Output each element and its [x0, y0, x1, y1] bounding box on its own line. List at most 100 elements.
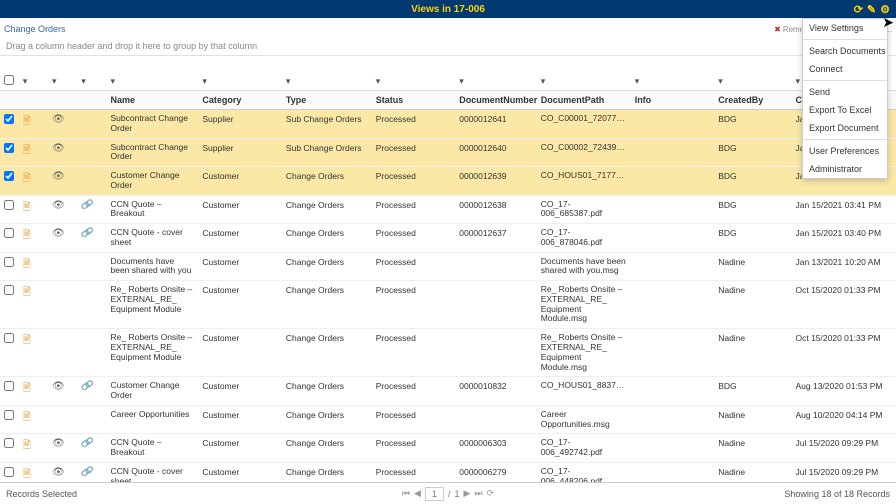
cell-checkbox — [0, 329, 19, 377]
filter-icon[interactable]: ▾ — [52, 76, 57, 86]
cell-document-number: 0000010832 — [455, 377, 536, 406]
attachment-icon[interactable]: 🔗 — [80, 466, 94, 479]
filter-icon[interactable]: ▾ — [541, 76, 546, 86]
row-checkbox[interactable] — [4, 200, 14, 210]
menu-item[interactable]: Send — [803, 83, 887, 101]
cell-document-number: 0000006303 — [455, 434, 536, 463]
column-header[interactable]: Category — [198, 91, 282, 110]
group-by-hint[interactable]: Drag a column header and drop it here to… — [0, 37, 896, 56]
table-row[interactable]: 🗎👁🔗CCN Quote – BreakoutCustomerChange Or… — [0, 195, 896, 224]
row-checkbox[interactable] — [4, 438, 14, 448]
table-row[interactable]: 🗎👁🔗CCN Quote - cover sheetCustomerChange… — [0, 224, 896, 253]
eye-icon[interactable]: 👁 — [52, 114, 65, 125]
filter-icon[interactable]: ▾ — [795, 76, 800, 86]
column-header[interactable]: DocumentNumber — [455, 91, 536, 110]
table-row[interactable]: 🗎👁Subcontract Change OrderSupplierSub Ch… — [0, 138, 896, 167]
table-row[interactable]: 🗎👁🔗CCN Quote – BreakoutCustomerChange Or… — [0, 434, 896, 463]
filter-icon[interactable]: ▾ — [635, 76, 640, 86]
row-checkbox[interactable] — [4, 143, 14, 153]
cell-checkbox — [0, 138, 19, 167]
table-row[interactable]: 🗎Re_ Roberts Onsite – EXTERNAL_RE_ Equip… — [0, 329, 896, 377]
first-page-icon[interactable]: ⏮ — [402, 488, 410, 499]
menu-item[interactable]: Search Documents — [803, 42, 887, 60]
records-selected-label: Records Selected — [6, 489, 77, 499]
cell-category: Customer — [198, 329, 282, 377]
select-all-checkbox[interactable] — [4, 75, 14, 85]
filter-icon[interactable]: ▾ — [718, 76, 723, 86]
edit-icon[interactable]: ✎ — [867, 3, 876, 16]
document-icon: 🗎 — [23, 202, 31, 213]
settings-dropdown[interactable]: View Settings Search DocumentsConnect Send… — [802, 18, 888, 179]
table-row[interactable]: 🗎👁🔗CCN Quote - cover sheetCustomerChange… — [0, 462, 896, 482]
cell-name: CCN Quote – Breakout — [107, 195, 199, 224]
cell-created-date: Jan 13/2021 10:20 AM — [791, 252, 896, 281]
menu-item[interactable]: Administrator — [803, 160, 887, 178]
column-header[interactable] — [77, 91, 106, 110]
menu-item[interactable]: Export Document — [803, 119, 887, 137]
cell-document-path: CO_17-006_448206.pdf — [537, 462, 631, 482]
cell-document-path: CO_C00002_724393.pdf — [537, 138, 631, 167]
filter-icon[interactable]: ▾ — [459, 76, 464, 86]
row-checkbox[interactable] — [4, 114, 14, 124]
row-checkbox[interactable] — [4, 381, 14, 391]
row-checkbox[interactable] — [4, 285, 14, 295]
refresh-pager-icon[interactable]: ⟳ — [487, 488, 495, 499]
next-page-icon[interactable]: ▶ — [464, 488, 471, 499]
column-header[interactable]: Name — [107, 91, 199, 110]
cell-name: CCN Quote - cover sheet — [107, 224, 199, 253]
eye-icon[interactable]: 👁 — [52, 438, 65, 449]
row-checkbox[interactable] — [4, 410, 14, 420]
column-header[interactable] — [19, 91, 48, 110]
prev-page-icon[interactable]: ◀ — [414, 488, 421, 499]
cell-document-number — [455, 329, 536, 377]
eye-icon[interactable]: 👁 — [52, 171, 65, 182]
table-row[interactable]: 🗎👁Customer Change OrderCustomerChange Or… — [0, 167, 896, 196]
eye-icon[interactable]: 👁 — [52, 381, 65, 392]
eye-icon[interactable]: 👁 — [52, 228, 65, 239]
table-row[interactable]: 🗎Documents have been shared with youCust… — [0, 252, 896, 281]
eye-icon[interactable]: 👁 — [52, 200, 65, 211]
table-row[interactable]: 🗎Re_ Roberts Onsite – EXTERNAL_RE_ Equip… — [0, 281, 896, 329]
filter-icon[interactable]: ▾ — [111, 76, 116, 86]
cell-created-date: Jan 15/2021 03:41 PM — [791, 195, 896, 224]
breadcrumb[interactable]: Change Orders — [4, 24, 66, 34]
eye-icon[interactable]: 👁 — [52, 467, 65, 478]
cell-attach-icon: 🔗 — [77, 377, 106, 406]
filter-icon[interactable]: ▾ — [202, 76, 207, 86]
column-header[interactable]: Info — [631, 91, 715, 110]
menu-icon[interactable]: ⚙ — [880, 3, 890, 16]
filter-icon[interactable]: ▾ — [286, 76, 291, 86]
attachment-icon[interactable]: 🔗 — [80, 380, 94, 393]
eye-icon[interactable]: 👁 — [52, 143, 65, 154]
table-row[interactable]: 🗎👁Subcontract Change OrderSupplierSub Ch… — [0, 110, 896, 139]
column-header[interactable]: Status — [372, 91, 456, 110]
last-page-icon[interactable]: ⏭ — [474, 488, 482, 499]
column-header[interactable]: Type — [282, 91, 372, 110]
filter-icon[interactable]: ▾ — [23, 76, 28, 86]
row-checkbox[interactable] — [4, 228, 14, 238]
attachment-icon[interactable]: 🔗 — [80, 227, 94, 240]
cell-checkbox — [0, 110, 19, 139]
attachment-icon[interactable]: 🔗 — [80, 437, 94, 450]
refresh-icon[interactable]: ⟳ — [854, 3, 863, 16]
row-checkbox[interactable] — [4, 467, 14, 477]
filter-icon[interactable]: ▾ — [376, 76, 381, 86]
column-header[interactable]: CreatedBy — [714, 91, 791, 110]
table-row[interactable]: 🗎Career OpportunitiesCustomerChange Orde… — [0, 405, 896, 434]
page-input[interactable]: 1 — [425, 487, 444, 501]
attachment-icon[interactable]: 🔗 — [80, 199, 94, 212]
row-checkbox[interactable] — [4, 333, 14, 343]
cell-view-icon — [48, 329, 77, 377]
menu-item[interactable]: Export To Excel — [803, 101, 887, 119]
menu-item[interactable]: Connect — [803, 60, 887, 78]
menu-item[interactable]: View Settings — [803, 19, 887, 37]
column-header[interactable]: DocumentPath — [537, 91, 631, 110]
menu-item[interactable]: User Preferences — [803, 142, 887, 160]
row-checkbox[interactable] — [4, 257, 14, 267]
column-header[interactable] — [0, 91, 19, 110]
row-checkbox[interactable] — [4, 171, 14, 181]
column-header[interactable] — [48, 91, 77, 110]
filter-icon[interactable]: ▾ — [81, 76, 86, 86]
cell-view-icon: 👁 — [48, 167, 77, 196]
table-row[interactable]: 🗎👁🔗Customer Change OrderCustomerChange O… — [0, 377, 896, 406]
